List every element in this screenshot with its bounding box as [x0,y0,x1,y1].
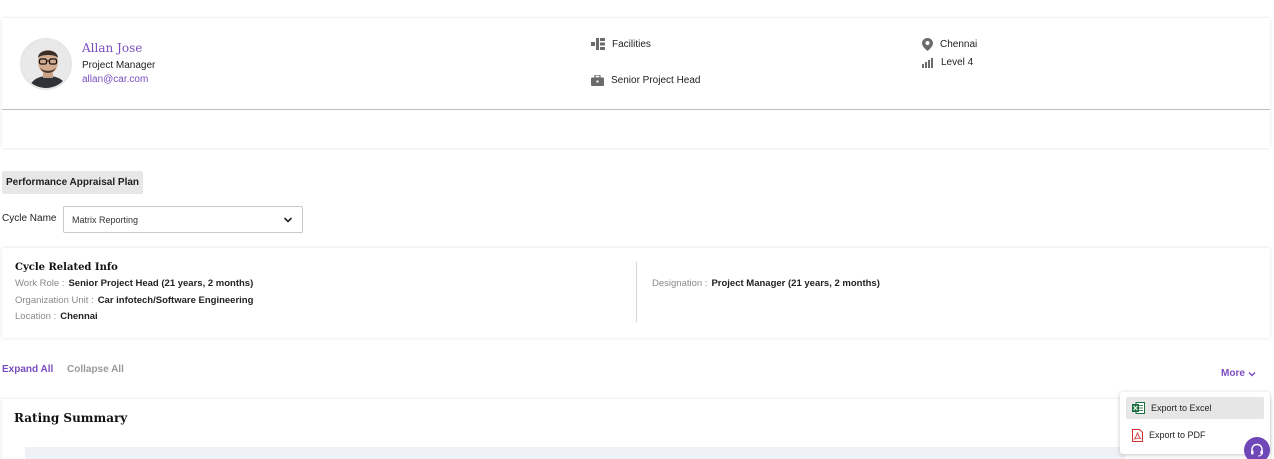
signal-bars-icon [922,57,933,68]
location-info: Chennai [922,38,977,51]
help-support-button[interactable] [1244,437,1270,459]
collapse-all-link[interactable]: Collapse All [67,364,124,375]
job-title-label: Senior Project Head [611,75,701,86]
export-pdf-option[interactable]: Export to PDF [1126,424,1264,446]
level-label: Level 4 [941,57,974,68]
export-excel-option[interactable]: Export to Excel [1126,397,1264,419]
export-pdf-label: Export to PDF [1149,430,1206,440]
cycle-info-title: Cycle Related Info [15,262,118,273]
profile-divider [2,109,1270,110]
cycle-info-card: Cycle Related Info Work Role : Senior Pro… [2,248,1270,338]
department-label: Facilities [612,38,651,50]
chevron-down-icon [1248,371,1256,377]
designation-row: Designation : Project Manager (21 years, … [652,278,880,289]
pdf-file-icon [1132,428,1143,442]
briefcase-icon [591,75,604,86]
location-pin-icon [922,38,933,51]
designation-value: Project Manager (21 years, 2 months) [711,278,880,289]
more-label: More [1221,368,1245,379]
rating-summary-header-row [25,447,1125,459]
department-info: Facilities [591,38,651,50]
work-role-label: Work Role : [15,278,65,289]
headset-icon [1251,443,1263,457]
location-row-value: Chennai [60,311,98,322]
export-excel-label: Export to Excel [1151,403,1212,413]
job-title-info: Senior Project Head [591,75,701,86]
cycle-name-label: Cycle Name [2,213,57,224]
org-unit-label: Organization Unit : [15,295,94,306]
work-role-row: Work Role : Senior Project Head (21 years… [15,278,253,289]
chevron-down-icon [283,217,293,223]
work-role-value: Senior Project Head (21 years, 2 months) [68,278,254,289]
org-unit-value: Car infotech/Software Engineering [97,295,254,306]
location-row: Location : Chennai [15,311,98,322]
employee-profile-card: Allan Jose Project Manager allan@car.com… [2,18,1270,148]
more-button[interactable]: More [1221,368,1256,379]
org-unit-row: Organization Unit : Car infotech/Software… [15,295,253,306]
location-label: Chennai [940,39,978,50]
employee-name[interactable]: Allan Jose [82,41,142,55]
rating-summary-card: Rating Summary [2,399,1270,459]
employee-email[interactable]: allan@car.com [82,74,148,85]
avatar [20,38,72,90]
info-divider [636,262,637,322]
org-chart-icon [591,38,605,50]
excel-file-icon [1132,402,1145,414]
level-info: Level 4 [922,57,973,68]
location-row-label: Location : [15,311,57,322]
rating-summary-title: Rating Summary [14,411,128,425]
designation-label: Designation : [652,278,708,289]
plan-tab[interactable]: Performance Appraisal Plan [2,171,144,194]
cycle-name-select[interactable]: Matrix Reporting [63,206,303,233]
employee-role: Project Manager [82,60,156,71]
expand-all-link[interactable]: Expand All [2,364,53,375]
cycle-name-value: Matrix Reporting [72,214,139,225]
